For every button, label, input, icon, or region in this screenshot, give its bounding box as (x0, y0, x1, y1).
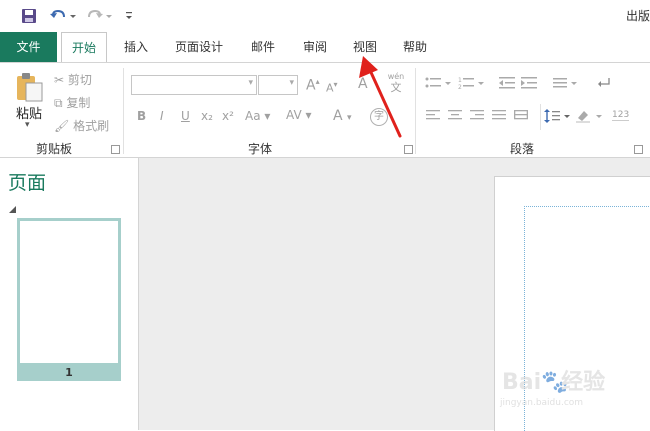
group-divider (415, 68, 416, 154)
shrink-font-button[interactable]: A▾ (326, 80, 338, 95)
pages-panel-title: 页面 (8, 172, 47, 194)
line-break-icon[interactable] (598, 76, 612, 93)
distribute-icon[interactable] (514, 110, 528, 125)
font-name-combo[interactable]: ▾ (131, 75, 257, 95)
chevron-down-icon: ▾ (248, 78, 253, 88)
ribbon-tabs: 文件 开始 插入 页面设计 邮件 审阅 视图 帮助 (0, 32, 650, 63)
tab-review[interactable]: 审阅 (296, 32, 334, 62)
cut-button[interactable]: ✂ 剪切 (54, 71, 92, 88)
paste-dropdown-icon[interactable]: ▾ (25, 120, 30, 130)
customize-arrow-icon[interactable] (122, 6, 136, 26)
tab-home[interactable]: 开始 (61, 32, 107, 63)
group-divider (123, 68, 124, 154)
watermark-url: jingyan.baidu.com (500, 398, 584, 408)
paw-icon: 🐾 (541, 370, 569, 395)
copy-label: 复制 (66, 96, 91, 110)
change-case-button[interactable]: Aa ▾ (245, 109, 270, 123)
italic-button[interactable]: I (160, 109, 164, 123)
watermark-brand-suffix: 经验 (561, 370, 606, 395)
underline-button[interactable]: U (181, 109, 190, 123)
paragraph-group-label: 段落 (510, 142, 535, 156)
line-spacing-button[interactable] (544, 108, 572, 127)
save-icon[interactable] (18, 6, 40, 26)
align-right-icon[interactable] (470, 110, 484, 125)
grow-font-icon: A (306, 77, 316, 94)
bold-button[interactable]: B (137, 109, 146, 123)
svg-text:1: 1 (458, 77, 462, 84)
font-launcher-icon[interactable] (404, 145, 413, 154)
subscript-button[interactable]: x₂ (201, 109, 213, 123)
format-painter-label: 格式刷 (73, 119, 110, 133)
increase-indent-icon[interactable] (521, 76, 539, 93)
group-divider (540, 104, 541, 130)
tab-page-design[interactable]: 页面设计 (170, 32, 228, 62)
baidu-watermark: Bai🐾经验 jingyan.baidu.com (498, 364, 648, 414)
title-bar: 出版 (0, 0, 650, 32)
paragraph-launcher-icon[interactable] (634, 145, 643, 154)
watermark-logo: Bai🐾经验 (502, 364, 605, 396)
superscript-button[interactable]: x² (222, 109, 234, 123)
page-thumbnail-preview (20, 221, 118, 363)
shrink-font-icon: A (326, 81, 334, 95)
numbering-style-icon[interactable]: 123 (612, 110, 630, 121)
window-title: 出版 (625, 9, 650, 23)
chevron-down-icon: ▾ (289, 78, 294, 88)
shading-button[interactable] (576, 108, 604, 127)
clipboard-launcher-icon[interactable] (111, 145, 120, 154)
align-center-icon[interactable] (448, 110, 462, 125)
page-thumbnail[interactable]: 1 (17, 218, 121, 381)
font-color-button[interactable]: A ▾ (333, 108, 352, 124)
copy-icon: ⧉ (54, 96, 63, 110)
undo-icon[interactable] (48, 6, 78, 26)
collapse-triangle-icon[interactable] (9, 202, 16, 216)
svg-text:2: 2 (458, 84, 462, 90)
page-number: 1 (65, 366, 73, 379)
font-size-combo[interactable]: ▾ (258, 75, 298, 95)
format-painter-button[interactable]: 🖌 格式刷 (54, 117, 109, 134)
scissors-icon: ✂ (54, 73, 65, 87)
align-left-icon[interactable] (426, 110, 440, 125)
copy-button[interactable]: ⧉ 复制 (54, 94, 90, 111)
paste-icon[interactable] (14, 72, 46, 102)
bullets-button[interactable] (425, 76, 453, 93)
character-spacing-label: AV (286, 108, 302, 122)
cut-label: 剪切 (67, 73, 92, 87)
annotation-arrow (359, 56, 402, 138)
justify-icon[interactable] (492, 110, 506, 125)
tab-file[interactable]: 文件 (0, 32, 57, 62)
change-case-label: Aa (245, 109, 261, 123)
watermark-brand: Bai (502, 370, 542, 395)
clipboard-group-label: 剪贴板 (36, 142, 73, 156)
numbering-button[interactable]: 12 (458, 76, 486, 93)
redo-icon[interactable] (84, 6, 114, 26)
grow-font-button[interactable]: A▴ (306, 77, 320, 94)
font-group-label: 字体 (248, 142, 273, 156)
columns-button[interactable] (553, 76, 579, 93)
character-spacing-button[interactable]: AV ▾ (286, 108, 312, 122)
tab-mailings[interactable]: 邮件 (244, 32, 282, 62)
font-color-icon: A (333, 108, 343, 124)
tab-insert[interactable]: 插入 (117, 32, 155, 62)
brush-icon: 🖌 (54, 119, 70, 133)
decrease-indent-icon[interactable] (499, 76, 517, 93)
